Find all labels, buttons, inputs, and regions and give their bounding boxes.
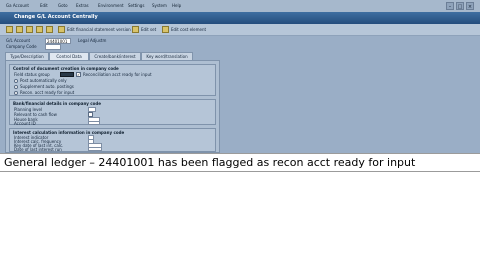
- radio-supplement-auto[interactable]: [14, 85, 18, 89]
- tab-control-data[interactable]: Control Data: [49, 52, 89, 60]
- copy-icon[interactable]: [26, 26, 33, 33]
- menu-environment[interactable]: Environment: [98, 2, 124, 10]
- tab-type-description[interactable]: Type/Description: [5, 52, 49, 60]
- tab-create-bank-interest[interactable]: Create/bank/interest: [89, 52, 141, 60]
- caption-text: General ledger – 24401001 has been flagg…: [4, 156, 416, 169]
- sap-window: Ga Account Edit Goto Extras Environment …: [0, 0, 480, 153]
- tab-content-panel: Control of document creation in company …: [5, 60, 220, 153]
- option-post-auto-only: Post automatically only: [20, 78, 67, 83]
- last-interest-run-label: Date of last interest run: [14, 147, 62, 152]
- field-status-group-field[interactable]: [60, 72, 74, 77]
- application-toolbar: Edit financial statement version Edit se…: [0, 24, 480, 36]
- other-object-icon[interactable]: [16, 26, 23, 33]
- group-title: Control of document creation in company …: [13, 66, 119, 71]
- display-change-icon[interactable]: [6, 26, 13, 33]
- window-title: Change G/L Account Centrally: [14, 14, 98, 20]
- financial-statement-icon[interactable]: [58, 26, 65, 33]
- maximize-icon[interactable]: □: [456, 2, 464, 10]
- lock-icon[interactable]: [46, 26, 53, 33]
- document-creation-group: Control of document creation in company …: [9, 64, 216, 96]
- menu-edit[interactable]: Edit: [40, 2, 48, 10]
- account-id-field[interactable]: [88, 121, 100, 125]
- caption-bar: General ledger – 24401001 has been flagg…: [0, 153, 480, 172]
- minimize-icon[interactable]: –: [446, 2, 454, 10]
- gl-account-description: Legal Adjustm: [78, 38, 107, 43]
- menu-goto[interactable]: Goto: [58, 2, 68, 10]
- cost-element-icon[interactable]: [162, 26, 169, 33]
- delete-icon[interactable]: [36, 26, 43, 33]
- menu-extras[interactable]: Extras: [76, 2, 89, 10]
- edit-set-button[interactable]: Edit set: [141, 26, 156, 33]
- menu-gl-account[interactable]: Ga Account: [6, 2, 29, 10]
- recon-acct-checkbox[interactable]: ✓: [76, 72, 81, 77]
- interest-calc-group: Interest calculation information in comp…: [9, 128, 216, 152]
- radio-post-auto-only[interactable]: [14, 79, 18, 83]
- edit-fs-version-button[interactable]: Edit financial statement version: [67, 26, 131, 33]
- account-id-label: Account ID: [14, 121, 36, 126]
- last-interest-run-field[interactable]: [88, 147, 102, 151]
- recon-acct-label: Reconciliation acct ready for input: [83, 72, 152, 77]
- edit-set-icon[interactable]: [132, 26, 139, 33]
- bank-details-group: Bank/financial details in company code P…: [9, 99, 216, 126]
- radio-recon-ready[interactable]: [14, 91, 18, 95]
- option-supplement-auto: Supplement auto. postings: [20, 84, 74, 89]
- tab-key-word-translation[interactable]: Key word/translation: [141, 52, 193, 60]
- menu-help[interactable]: Help: [172, 2, 181, 10]
- menu-settings[interactable]: Settings: [128, 2, 144, 10]
- field-status-group-label: Field status group: [14, 72, 50, 77]
- close-icon[interactable]: ×: [466, 2, 474, 10]
- option-recon-ready: Recon. acct ready for input: [20, 90, 75, 95]
- title-bar: Change G/L Account Centrally: [0, 12, 480, 24]
- edit-cost-element-button[interactable]: Edit cost element: [171, 26, 206, 33]
- company-code-label: Company Code: [6, 44, 37, 49]
- menu-system[interactable]: System: [152, 2, 167, 10]
- group-title: Bank/financial details in company code: [13, 101, 101, 106]
- company-code-field[interactable]: [45, 44, 61, 50]
